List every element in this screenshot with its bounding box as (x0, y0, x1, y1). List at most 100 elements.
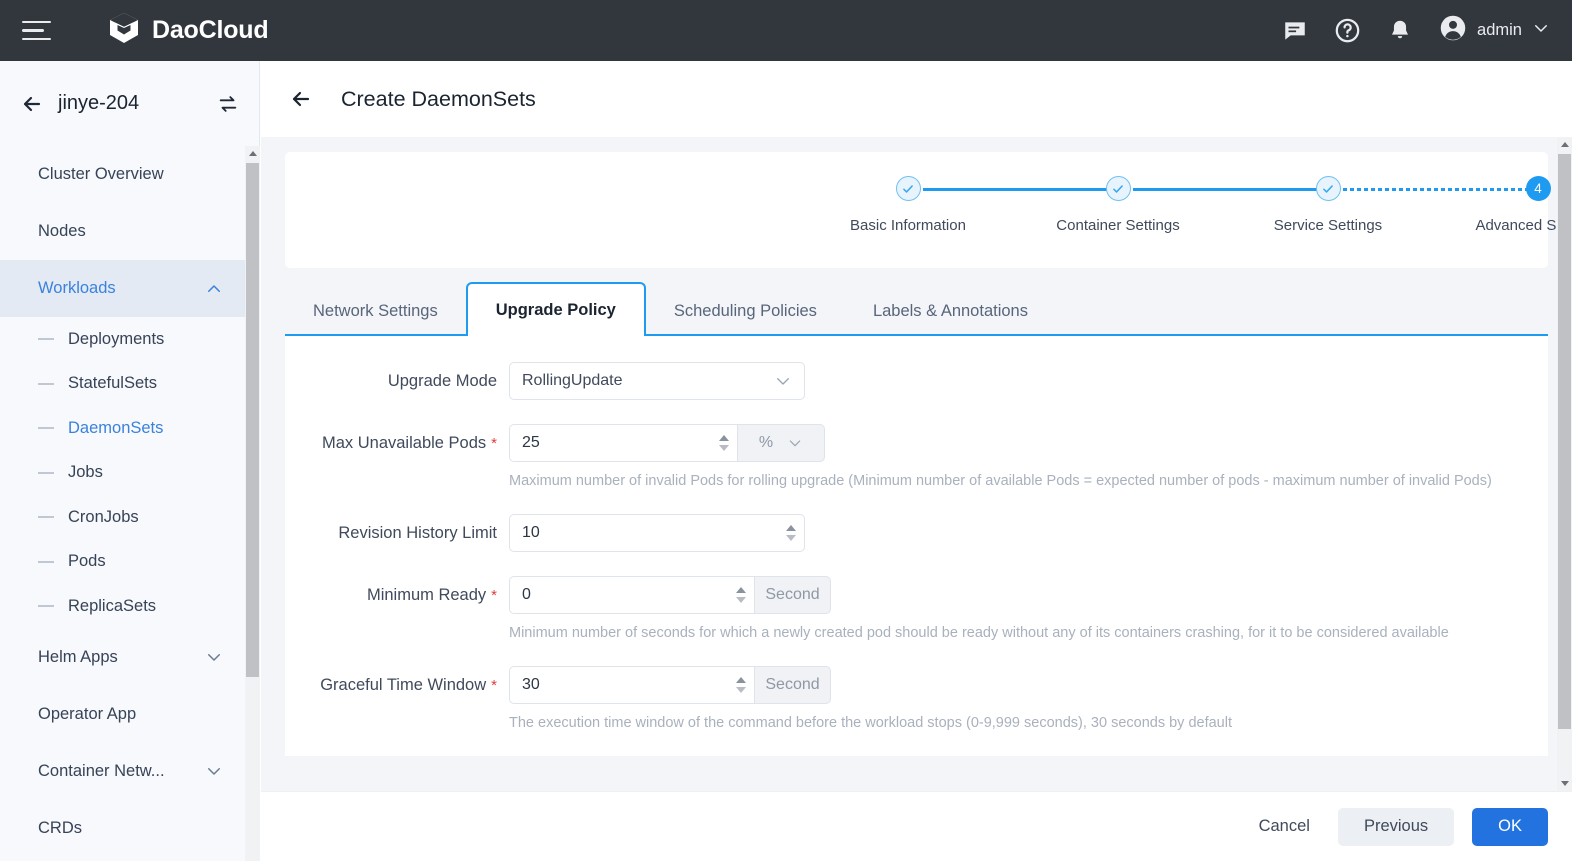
bullet-dash-icon (38, 472, 54, 474)
revision-history-input[interactable]: 10 (509, 514, 805, 552)
stepper-down-icon[interactable] (786, 535, 796, 541)
step-basic-information[interactable]: Basic Information (808, 176, 1008, 234)
stepper-up-icon[interactable] (719, 435, 729, 441)
sidebar-item-replicasets[interactable]: ReplicaSets (0, 584, 245, 629)
menu-toggle-icon[interactable] (22, 19, 52, 43)
sidebar-item-deployments[interactable]: Deployments (0, 317, 245, 362)
sidebar-item-pods[interactable]: Pods (0, 540, 245, 585)
stepper-up-icon[interactable] (786, 525, 796, 531)
content-scroll-area: Basic Information Container Settings (261, 137, 1572, 791)
sidebar-item-crds[interactable]: CRDs (0, 800, 245, 857)
scroll-up-icon[interactable] (1557, 137, 1572, 152)
bullet-dash-icon (38, 427, 54, 429)
cancel-button[interactable]: Cancel (1249, 808, 1320, 846)
brand-logo[interactable]: DaoCloud (107, 11, 268, 50)
input-value: 25 (522, 434, 711, 452)
avatar (1439, 14, 1467, 47)
help-icon[interactable] (1334, 17, 1361, 44)
required-marker: * (491, 677, 497, 694)
stepper-buttons[interactable] (728, 587, 754, 603)
sidebar-item-operator-app[interactable]: Operator App (0, 686, 245, 743)
sidebar-item-label: Helm Apps (38, 648, 118, 667)
sidebar-item-nodes[interactable]: Nodes (0, 203, 245, 260)
field-minimum-ready: Minimum Ready* 0 Second (285, 576, 1548, 615)
sidebar-item-cronjobs[interactable]: CronJobs (0, 495, 245, 540)
bell-icon[interactable] (1387, 18, 1413, 44)
step-container-settings[interactable]: Container Settings (1018, 176, 1218, 234)
sidebar-scrollbar[interactable] (245, 146, 260, 861)
sidebar-item-cluster-overview[interactable]: Cluster Overview (0, 146, 245, 203)
stepper-up-icon[interactable] (736, 587, 746, 593)
stepper-buttons[interactable] (711, 435, 737, 451)
sidebar-item-label: StatefulSets (68, 374, 157, 393)
content-scrollbar[interactable] (1557, 137, 1572, 791)
main-area: Create DaemonSets Basic Information (261, 61, 1572, 861)
sidebar-item-label: ReplicaSets (68, 597, 156, 616)
sidebar-item-label: Deployments (68, 330, 164, 349)
stepper-up-icon[interactable] (736, 677, 746, 683)
field-graceful-time-window: Graceful Time Window* 30 Second (285, 666, 1548, 705)
tab-labels-annotations[interactable]: Labels & Annotations (845, 289, 1056, 334)
scroll-up-icon[interactable] (245, 146, 260, 161)
graceful-window-control: 30 Second (509, 666, 831, 704)
back-arrow-icon[interactable] (20, 92, 44, 116)
sidebar-item-statefulsets[interactable]: StatefulSets (0, 362, 245, 407)
unit-value: Second (765, 676, 819, 694)
step-advanced-settings[interactable]: 4 Advanced Settings (1438, 176, 1572, 234)
upgrade-mode-select[interactable]: RollingUpdate (509, 362, 805, 400)
sidebar-item-label: CRDs (38, 819, 82, 838)
page-back-arrow-icon[interactable] (289, 87, 313, 111)
upgrade-policy-form: Upgrade Mode RollingUpdate (285, 336, 1548, 756)
sidebar-nav: Cluster Overview Nodes Workloads Deploym… (0, 146, 245, 861)
step-label: Advanced Settings (1438, 217, 1572, 234)
previous-button[interactable]: Previous (1338, 808, 1454, 846)
hamburger-line (22, 21, 51, 24)
required-marker: * (491, 587, 497, 604)
tab-upgrade-policy[interactable]: Upgrade Policy (466, 282, 646, 336)
field-label: Minimum Ready* (285, 576, 509, 615)
step-service-settings[interactable]: Service Settings (1228, 176, 1428, 234)
stepper-down-icon[interactable] (736, 597, 746, 603)
sidebar-item-container-network[interactable]: Container Netw... (0, 743, 245, 800)
ok-button[interactable]: OK (1472, 808, 1548, 846)
bullet-dash-icon (38, 605, 54, 607)
graceful-window-input[interactable]: 30 (509, 666, 754, 704)
max-unavailable-unit-select[interactable]: % (737, 424, 825, 462)
graceful-window-help-text: The execution time window of the command… (285, 712, 1505, 734)
message-icon[interactable] (1282, 18, 1308, 44)
sidebar-item-workloads[interactable]: Workloads (0, 260, 245, 317)
scrollbar-thumb[interactable] (246, 163, 259, 677)
user-menu[interactable]: admin (1439, 14, 1550, 47)
user-name: admin (1477, 21, 1522, 40)
revision-history-control: 10 (509, 514, 805, 552)
sidebar-item-jobs[interactable]: Jobs (0, 451, 245, 496)
cluster-name: jinye-204 (58, 92, 203, 115)
bullet-dash-icon (38, 516, 54, 518)
page-title: Create DaemonSets (341, 87, 536, 112)
field-max-unavailable-pods: Max Unavailable Pods* 25 % (285, 424, 1548, 463)
app-root: DaoCloud (0, 0, 1572, 861)
switch-cluster-icon[interactable] (217, 93, 239, 115)
field-label: Revision History Limit (285, 514, 509, 552)
scroll-down-icon[interactable] (1557, 776, 1572, 791)
tab-scheduling-policies[interactable]: Scheduling Policies (646, 289, 845, 334)
stepper-down-icon[interactable] (736, 687, 746, 693)
sidebar-item-label: Jobs (68, 463, 103, 482)
top-bar-actions: admin (1282, 14, 1572, 47)
stepper-down-icon[interactable] (719, 445, 729, 451)
max-unavailable-input[interactable]: 25 (509, 424, 737, 462)
minimum-ready-unit: Second (754, 576, 831, 614)
step-check-icon (1106, 176, 1131, 201)
chevron-down-icon[interactable] (1532, 19, 1550, 42)
minimum-ready-input[interactable]: 0 (509, 576, 754, 614)
field-upgrade-mode: Upgrade Mode RollingUpdate (285, 362, 1548, 400)
hamburger-line (22, 38, 51, 41)
top-bar: DaoCloud (0, 0, 1572, 61)
stepper-buttons[interactable] (728, 677, 754, 693)
required-marker: * (491, 435, 497, 452)
sidebar-item-daemonsets[interactable]: DaemonSets (0, 406, 245, 451)
scrollbar-thumb[interactable] (1558, 154, 1571, 729)
tab-network-settings[interactable]: Network Settings (285, 289, 466, 334)
stepper-buttons[interactable] (778, 525, 804, 541)
sidebar-item-helm-apps[interactable]: Helm Apps (0, 629, 245, 686)
